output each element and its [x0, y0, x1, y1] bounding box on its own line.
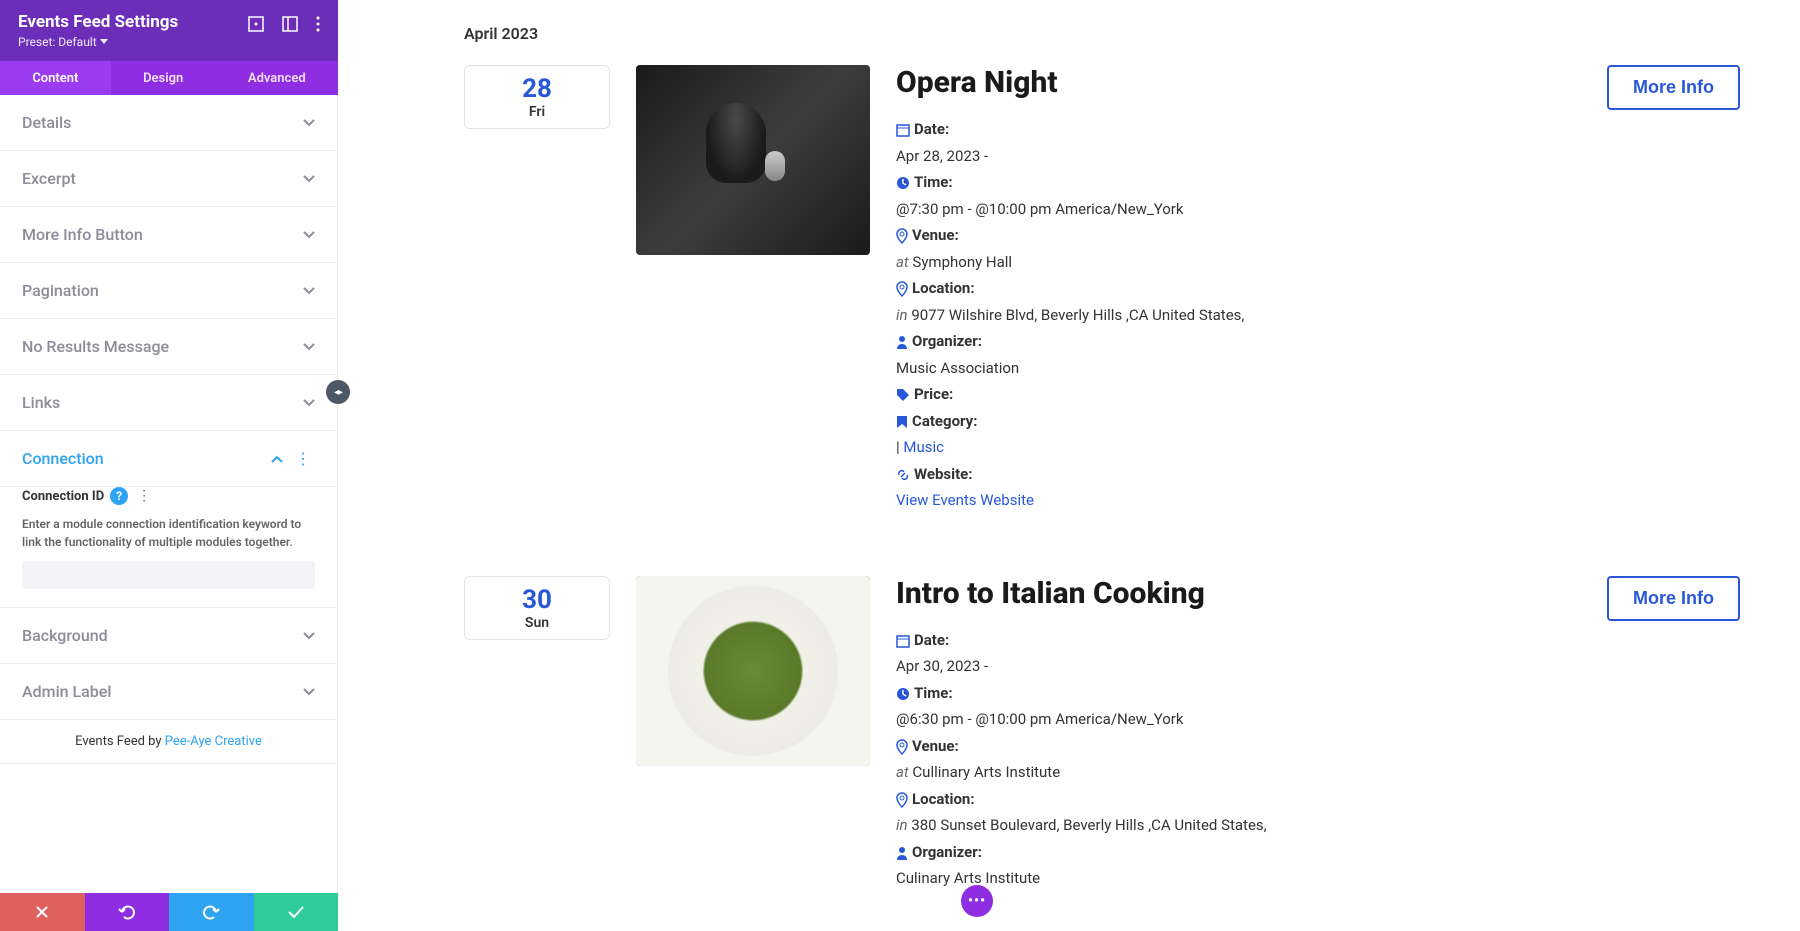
menu-dots-icon[interactable] [316, 16, 320, 32]
bookmark-icon [896, 415, 908, 429]
event-title: Intro to Italian Cooking [896, 576, 1581, 611]
event-details: Opera Night Date: Apr 28, 2023 - Time: @… [896, 65, 1581, 516]
field-options-icon[interactable]: ⋮ [134, 488, 154, 504]
link-icon [896, 468, 910, 482]
section-background[interactable]: Background [0, 608, 337, 664]
chevron-down-icon [303, 688, 315, 696]
chevron-down-icon [303, 119, 315, 127]
person-icon [896, 335, 908, 349]
section-no-results-message[interactable]: No Results Message [0, 319, 337, 375]
connection-id-input[interactable] [22, 561, 315, 589]
date-number: 30 [522, 585, 552, 615]
sidebar-credit: Events Feed by Pee-Aye Creative [0, 720, 337, 764]
pin-icon [896, 281, 908, 297]
section-admin-label[interactable]: Admin Label [0, 664, 337, 720]
chevron-up-icon [271, 455, 283, 463]
help-icon[interactable]: ? [110, 487, 128, 505]
event-venue: at Cullinary Arts Institute [896, 761, 1581, 784]
category-link[interactable]: Music [903, 438, 944, 456]
check-icon [288, 906, 304, 918]
event-organizer: Music Association [896, 357, 1581, 380]
save-button[interactable] [254, 893, 339, 931]
panel-icon[interactable] [282, 16, 298, 32]
event-details: Intro to Italian Cooking Date: Apr 30, 2… [896, 576, 1581, 894]
tab-design[interactable]: Design [111, 61, 216, 95]
sidebar-scroll[interactable]: Details Excerpt More Info Button Paginat… [0, 95, 338, 893]
chevron-down-icon [303, 399, 315, 407]
event-image [636, 65, 870, 255]
calendar-icon [896, 634, 910, 648]
section-pagination[interactable]: Pagination [0, 263, 337, 319]
event-venue: at Symphony Hall [896, 251, 1581, 274]
event-time: @ 6:30 pm - @ 10:00 pm America/New_York [896, 708, 1581, 731]
pin-icon [896, 792, 908, 808]
section-options-icon[interactable]: ⋮ [291, 449, 315, 468]
event-image [636, 576, 870, 766]
sidebar-tabs: Content Design Advanced [0, 61, 338, 95]
close-button[interactable] [0, 893, 85, 931]
more-info-button[interactable]: More Info [1607, 65, 1740, 110]
date-dayname: Fri [529, 104, 545, 120]
calendar-icon [896, 123, 910, 137]
undo-button[interactable] [85, 893, 170, 931]
close-icon [35, 905, 49, 919]
floating-action-button[interactable]: ••• [961, 885, 993, 917]
date-number: 28 [522, 74, 552, 104]
clock-icon [896, 687, 910, 701]
section-excerpt[interactable]: Excerpt [0, 151, 337, 207]
section-connection[interactable]: Connection ⋮ [0, 431, 337, 487]
undo-icon [118, 904, 136, 920]
date-dayname: Sun [525, 615, 549, 631]
event-location: in 9077 Wilshire Blvd, Beverly Hills ,CA… [896, 304, 1581, 327]
chevron-down-icon [303, 343, 315, 351]
month-heading: April 2023 [464, 24, 1740, 43]
event-card: 28 Fri Opera Night Date: Apr 28, 2023 - … [464, 65, 1740, 516]
credit-link[interactable]: Pee-Aye Creative [165, 734, 262, 749]
website-link[interactable]: View Events Website [896, 491, 1034, 509]
chevron-down-icon [303, 287, 315, 295]
connection-body: Connection ID ? ⋮ Enter a module connect… [0, 487, 337, 608]
event-date-box: 30 Sun [464, 576, 610, 640]
settings-sidebar: Events Feed Settings Preset: Default Con… [0, 0, 338, 931]
main-content: April 2023 28 Fri Opera Night Date: Apr … [338, 0, 1800, 931]
section-details[interactable]: Details [0, 95, 337, 151]
tab-advanced[interactable]: Advanced [216, 61, 338, 95]
connection-description: Enter a module connection identification… [22, 515, 315, 551]
pin-icon [896, 228, 908, 244]
section-more-info-button[interactable]: More Info Button [0, 207, 337, 263]
section-links[interactable]: Links [0, 375, 337, 431]
sidebar-header: Events Feed Settings Preset: Default [0, 0, 338, 61]
caret-down-icon [100, 39, 108, 45]
event-card: 30 Sun Intro to Italian Cooking Date: Ap… [464, 576, 1740, 894]
connection-id-label: Connection ID [22, 489, 104, 504]
event-title: Opera Night [896, 65, 1581, 100]
sidebar-title: Events Feed Settings [18, 12, 178, 32]
event-location: in 380 Sunset Boulevard, Beverly Hills ,… [896, 814, 1581, 837]
event-date-box: 28 Fri [464, 65, 610, 129]
expand-icon[interactable] [248, 16, 264, 32]
person-icon [896, 846, 908, 860]
tag-icon [896, 388, 910, 402]
more-info-button[interactable]: More Info [1607, 576, 1740, 621]
chevron-down-icon [303, 175, 315, 183]
preset-selector[interactable]: Preset: Default [18, 35, 178, 49]
event-organizer: Culinary Arts Institute [896, 867, 1581, 890]
event-date: Apr 30, 2023 - [896, 655, 1581, 678]
clock-icon [896, 176, 910, 190]
chevron-down-icon [303, 632, 315, 640]
chevron-down-icon [303, 231, 315, 239]
event-category: | Music [896, 436, 1581, 459]
pin-icon [896, 739, 908, 755]
redo-icon [202, 904, 220, 920]
tab-content[interactable]: Content [0, 61, 111, 95]
resize-handle[interactable]: ◂▸ [326, 380, 350, 404]
event-time: @ 7:30 pm - @ 10:00 pm America/New_York [896, 198, 1581, 221]
sidebar-actions [0, 893, 338, 931]
redo-button[interactable] [169, 893, 254, 931]
event-date: Apr 28, 2023 - [896, 145, 1581, 168]
